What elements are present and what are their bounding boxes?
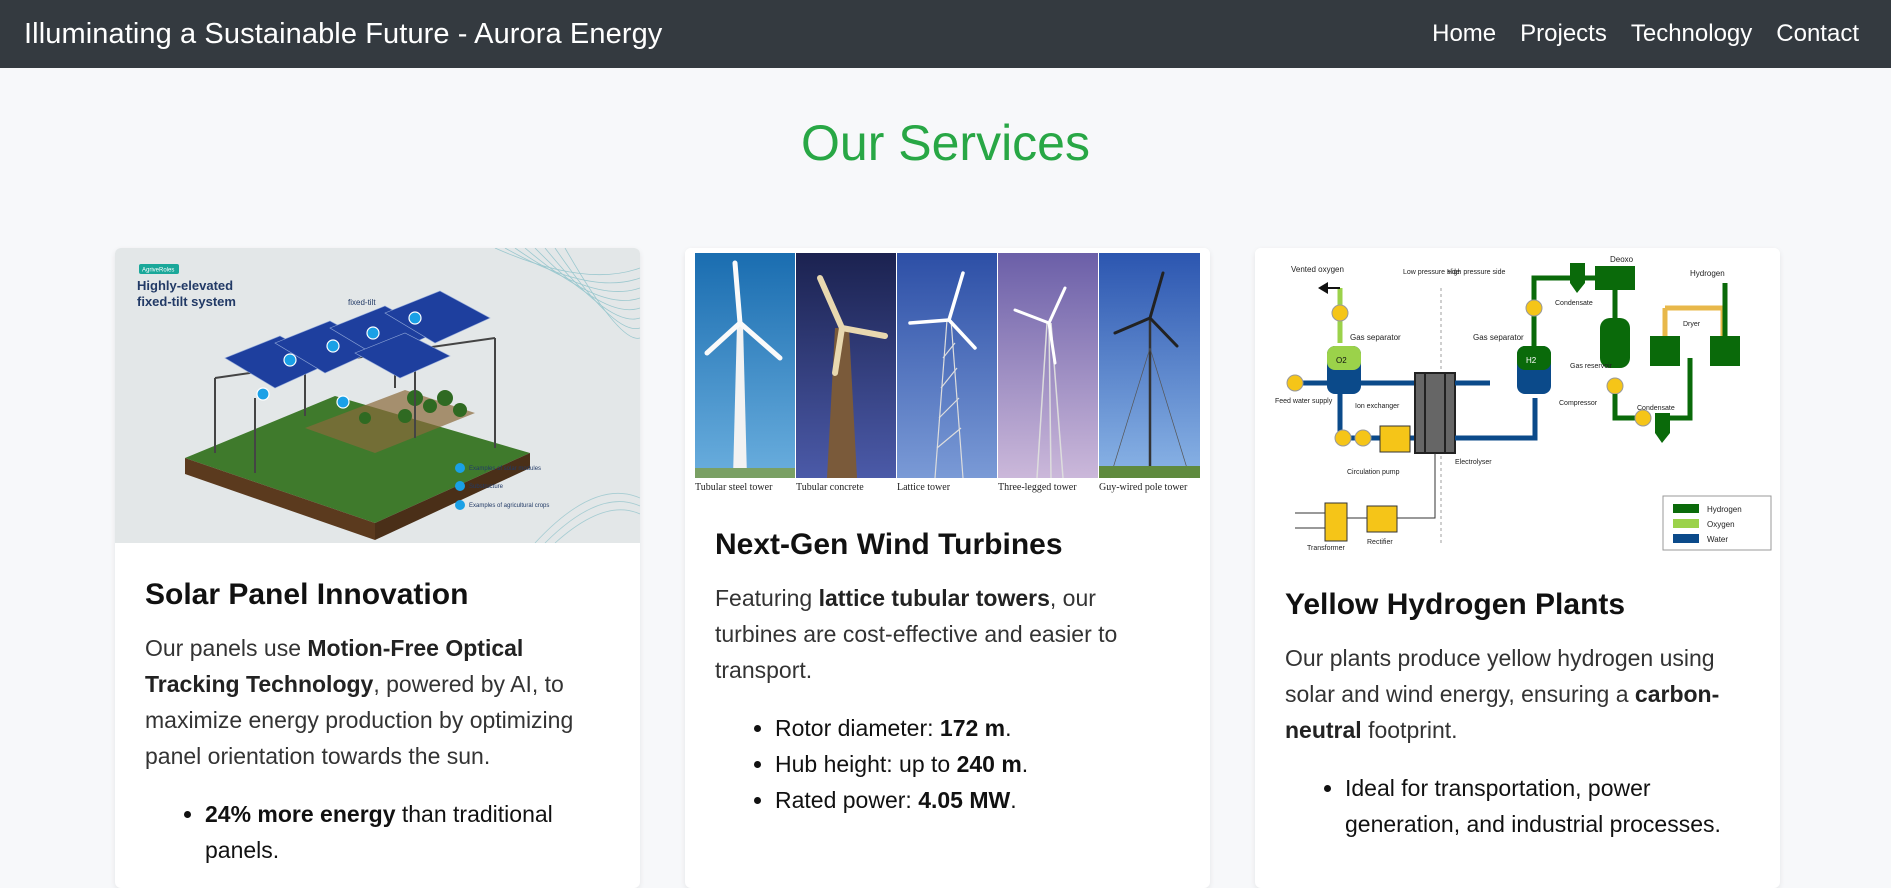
label-rectifier: Rectifier bbox=[1367, 539, 1393, 546]
label-o2: O2 bbox=[1336, 356, 1347, 365]
card-body: Next-Gen Wind Turbines Featuring lattice… bbox=[685, 498, 1210, 818]
label-ion-exchanger: Ion exchanger bbox=[1355, 403, 1400, 410]
list-text: Ideal for transportation, power generati… bbox=[1345, 775, 1721, 837]
label-hydrogen: Hydrogen bbox=[1690, 269, 1725, 278]
image-callout: fixed-tilt bbox=[348, 298, 376, 307]
list-bold: 240 m bbox=[956, 751, 1022, 777]
wind-towers-image: Tubular steel tower Tubular concrete Lat… bbox=[685, 248, 1210, 498]
list-text: . bbox=[1005, 715, 1012, 741]
top-navbar: Illuminating a Sustainable Future - Auro… bbox=[0, 0, 1891, 68]
label-transformer: Transformer bbox=[1307, 545, 1346, 552]
wind-caption-5: Guy-wired pole tower bbox=[1099, 482, 1188, 493]
wind-caption-4: Three-legged tower bbox=[998, 482, 1077, 493]
feature-list: Ideal for transportation, power generati… bbox=[1285, 770, 1750, 842]
card-title: Next-Gen Wind Turbines bbox=[715, 528, 1063, 561]
hydrogen-plant-diagram: Vented oxygen Low pressure side High pre… bbox=[1255, 248, 1780, 558]
label-feed-water: Feed water supply bbox=[1275, 398, 1333, 405]
service-card-solar: AgriveRoles Highly-elevated fixed-tilt s… bbox=[115, 248, 640, 888]
service-card-wind: Tubular steel tower Tubular concrete Lat… bbox=[685, 248, 1210, 888]
label-gas-sep-right: Gas separator bbox=[1473, 333, 1524, 342]
wind-caption-2: Tubular concrete bbox=[796, 482, 864, 493]
label-deoxo: Deoxo bbox=[1610, 255, 1634, 264]
card-description: Our plants produce yellow hydrogen using… bbox=[1285, 640, 1750, 748]
list-text: Rated power: bbox=[775, 787, 919, 813]
label-compressor: Compressor bbox=[1559, 400, 1598, 407]
nav-contact-link[interactable]: Contact bbox=[1776, 20, 1859, 48]
label-condensate-top: Condensate bbox=[1555, 300, 1593, 307]
site-title[interactable]: Illuminating a Sustainable Future - Auro… bbox=[24, 18, 662, 51]
label-vented-oxygen: Vented oxygen bbox=[1291, 265, 1344, 274]
image-title-1: Highly-elevated bbox=[137, 278, 233, 293]
wind-caption-3: Lattice tower bbox=[897, 482, 951, 493]
list-bold: 4.05 MW bbox=[918, 787, 1011, 813]
card-body: Yellow Hydrogen Plants Our plants produc… bbox=[1255, 558, 1780, 842]
label-gas-reservoir: Gas reservoir bbox=[1570, 363, 1613, 370]
list-item: Ideal for transportation, power generati… bbox=[1345, 770, 1750, 842]
image-badge: AgriveRoles bbox=[142, 268, 174, 274]
card-description: Our panels use Motion-Free Optical Track… bbox=[145, 630, 610, 774]
legend-oxygen: Oxygen bbox=[1707, 520, 1735, 529]
text-part: footprint. bbox=[1361, 717, 1458, 743]
nav-links: Home Projects Technology Contact bbox=[1432, 20, 1867, 48]
image-legend-2: Substructure bbox=[469, 484, 504, 490]
text-part: Our panels use bbox=[145, 635, 308, 661]
text-bold: lattice tubular towers bbox=[818, 585, 1050, 611]
image-legend-3: Examples of agricultural crops bbox=[469, 503, 549, 509]
spec-list: Rotor diameter: 172 m. Hub height: up to… bbox=[715, 710, 1180, 818]
list-item: Hub height: up to 240 m. bbox=[775, 746, 1180, 782]
list-text: Rotor diameter: bbox=[775, 715, 940, 741]
list-text: . bbox=[1021, 751, 1029, 777]
legend-water: Water bbox=[1707, 535, 1728, 544]
nav-technology-link[interactable]: Technology bbox=[1631, 20, 1752, 48]
label-dryer: Dryer bbox=[1683, 321, 1701, 328]
image-title-2: fixed-tilt system bbox=[137, 294, 236, 309]
services-heading: Our Services bbox=[801, 115, 1090, 171]
text-part: Featuring bbox=[715, 585, 819, 611]
service-card-hydrogen: Vented oxygen Low pressure side High pre… bbox=[1255, 248, 1780, 888]
image-legend-1: Examples of solar modules bbox=[469, 466, 541, 472]
label-electrolyser: Electrolyser bbox=[1455, 459, 1492, 466]
legend-hydrogen: Hydrogen bbox=[1707, 505, 1742, 514]
list-bold: 24% more energy bbox=[205, 801, 396, 827]
label-high-pressure: High pressure side bbox=[1447, 269, 1505, 276]
label-condensate-bottom: Condensate bbox=[1637, 405, 1675, 412]
card-title: Solar Panel Innovation bbox=[145, 578, 469, 611]
card-body: Solar Panel Innovation Our panels use Mo… bbox=[115, 548, 640, 868]
wind-caption-1: Tubular steel tower bbox=[695, 482, 773, 493]
nav-projects-link[interactable]: Projects bbox=[1520, 20, 1607, 48]
list-text: . bbox=[1010, 787, 1017, 813]
card-title: Yellow Hydrogen Plants bbox=[1285, 588, 1626, 621]
list-item: Rotor diameter: 172 m. bbox=[775, 710, 1180, 746]
label-gas-sep-left: Gas separator bbox=[1350, 333, 1401, 342]
list-item: Rated power: 4.05 MW. bbox=[775, 782, 1180, 818]
feature-list: 24% more energy than traditional panels. bbox=[145, 796, 610, 868]
list-item: 24% more energy than traditional panels. bbox=[205, 796, 610, 868]
label-h2: H2 bbox=[1526, 356, 1537, 365]
list-text: Hub height: up to bbox=[775, 751, 957, 777]
solar-system-image: AgriveRoles Highly-elevated fixed-tilt s… bbox=[115, 248, 640, 548]
services-cards: AgriveRoles Highly-elevated fixed-tilt s… bbox=[115, 248, 1780, 888]
card-description: Featuring lattice tubular towers, our tu… bbox=[715, 580, 1180, 688]
label-circulation-pump: Circulation pump bbox=[1347, 469, 1400, 476]
list-bold: 172 m bbox=[939, 715, 1006, 741]
nav-home-link[interactable]: Home bbox=[1432, 20, 1496, 48]
